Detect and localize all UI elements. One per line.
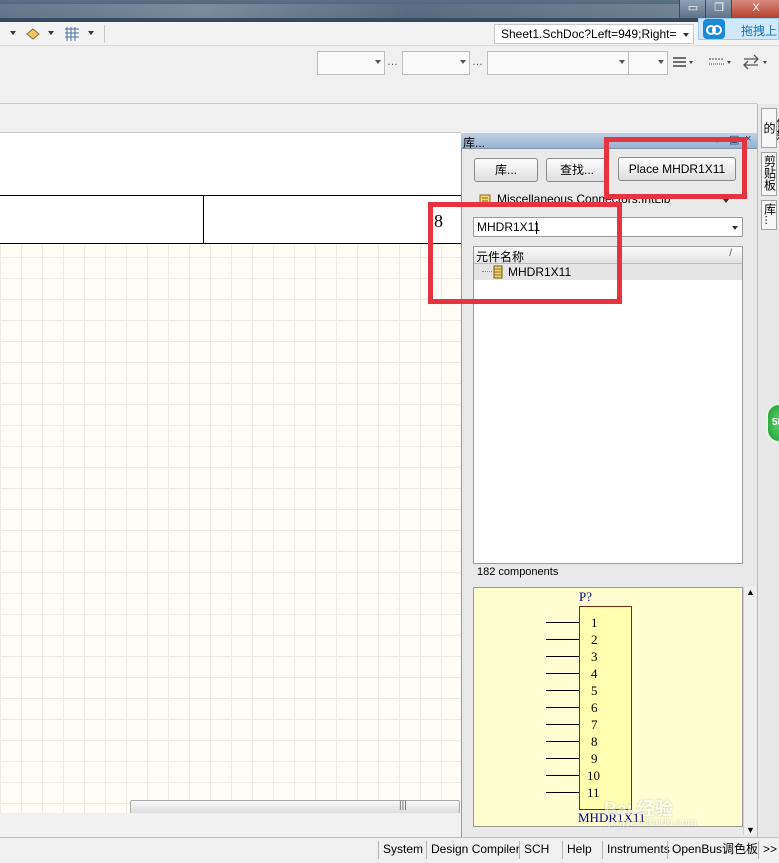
close-button[interactable]: X [731,0,779,19]
title-block-line [0,243,461,244]
side-tab-label: 库... [762,203,777,226]
pin-number: 7 [591,717,598,732]
horizontal-scrollbar[interactable]: ||| [130,800,460,814]
component-count: 182 components [477,566,559,578]
pin-line [546,758,579,759]
watermark-site: jingyan.baidu.com [608,817,697,829]
baidu-watermark: Bai 经验 jingyan.baidu.com [590,795,740,835]
pin-number: 10 [587,768,600,783]
component-preview: P? 1 2 3 4 5 6 7 8 9 10 11 MHDR1X11 [473,587,743,827]
width-combo[interactable] [628,51,668,75]
pin-line [546,656,579,657]
sheet-title-block: 8 [0,133,461,244]
floating-speed-badge[interactable]: 58 [766,403,779,443]
toolbar-divider [104,25,105,43]
window-title-bar: ▭ ❐ X [0,0,779,22]
pin-number: 1 [591,615,598,630]
chevron-down-icon[interactable] [732,226,738,230]
ellipsis-icon: … [472,56,483,68]
cloud-icon [703,19,725,39]
side-tab-clipboard[interactable]: 剪贴板 [761,152,777,196]
chevron-down-icon[interactable] [48,31,54,35]
pin-line [546,622,579,623]
ellipsis-icon: … [387,56,398,68]
canvas-bottom-gap [0,813,461,837]
chevron-down-icon [658,60,664,64]
title-bar-blurred-text [0,4,680,18]
drag-upload-label: 拖拽上 [741,24,778,38]
toolbar-row-1: Sheet1.SchDoc?Left=949;Right= [0,22,779,46]
chevron-down-icon [460,60,466,64]
arrows-swap-icon[interactable] [742,54,770,70]
chevron-down-icon[interactable] [683,33,689,37]
pin-line [546,673,579,674]
preview-scrollbar[interactable]: ▲ ▼ [743,587,756,835]
pin-line [546,724,579,725]
pin-number: 5 [591,683,598,698]
pin-line [546,741,579,742]
side-tab-label: 剪贴板 [762,155,777,191]
restore-button[interactable]: ❐ [705,0,733,19]
side-tab-libraries[interactable]: 库... [761,200,777,230]
pin-number: 9 [591,751,598,766]
chevron-down-icon[interactable]: ▼ [746,825,755,835]
side-tab-label: 偏好的 [762,116,779,140]
chevron-down-icon [375,60,381,64]
toolbar-row-2: … … [0,46,779,80]
line-style-icon[interactable] [672,56,694,68]
pin-line [546,690,579,691]
minimize-button[interactable]: ▭ [679,0,707,19]
pin-line [546,707,579,708]
document-path-text: Sheet1.SchDoc?Left=949;Right= [501,27,677,41]
font-combo[interactable] [317,51,385,75]
search-button[interactable]: 查找... [546,158,608,182]
size-combo[interactable] [402,51,470,75]
grid-icon[interactable] [64,26,80,42]
dash-style-icon[interactable] [708,56,732,68]
port-diamond-icon[interactable] [26,27,40,41]
title-block-divider [203,195,204,243]
pin-line [546,775,579,776]
document-path-combo[interactable]: Sheet1.SchDoc?Left=949;Right= [494,24,694,44]
chevron-down-icon[interactable] [723,199,729,203]
libraries-button[interactable]: 库... [474,158,538,182]
pin-number: 3 [591,649,598,664]
drag-upload-overlay[interactable]: 拖拽上 [698,18,779,40]
pin-line [546,639,579,640]
status-instruments[interactable]: Instruments [602,841,674,859]
pin-number: 2 [591,632,598,647]
status-design-compiler[interactable]: Design Compiler [426,841,524,859]
pin-number: 4 [591,666,598,681]
chevron-down-icon[interactable] [88,31,94,35]
document-tab-strip [0,80,757,104]
status-more[interactable]: >> [758,841,779,859]
sort-icon: / [729,248,732,259]
pin-line [546,792,579,793]
status-help[interactable]: Help [562,841,596,859]
status-openbus[interactable]: OpenBus调色板 [667,841,762,859]
chevron-down-icon[interactable] [10,31,16,35]
scroll-grip-icon: ||| [399,800,407,811]
chevron-up-icon[interactable]: ▲ [746,587,755,597]
status-sch[interactable]: SCH [519,841,553,859]
libraries-panel-title: 库... [463,136,486,150]
title-block-line [0,195,461,196]
floating-badge-text: 58 [772,417,779,428]
highlight-filter-result [428,202,622,304]
pin-number: 8 [591,734,598,749]
status-bar: System Design Compiler SCH Help Instrume… [0,837,779,863]
canvas-header-gap [0,104,461,133]
style-combo[interactable] [487,51,629,75]
status-system[interactable]: System [378,841,427,859]
highlight-place-button [604,137,747,199]
side-tab-favorites[interactable]: 偏好的 [761,108,779,148]
pin-number: 6 [591,700,598,715]
preview-designator: P? [579,589,592,604]
chevron-down-icon [619,60,625,64]
